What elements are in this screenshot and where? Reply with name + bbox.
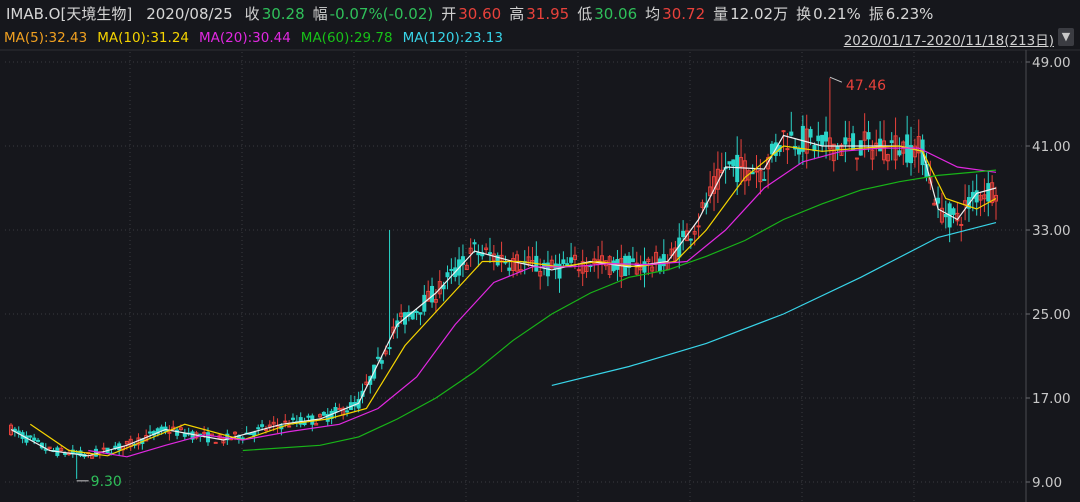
candle-body (337, 407, 342, 410)
candle-body (287, 425, 292, 428)
candle-body (642, 261, 647, 273)
candle-body (986, 183, 991, 202)
candle-body (943, 213, 948, 218)
candle-body (824, 131, 829, 142)
candle-body (785, 148, 790, 151)
candle-body (36, 439, 41, 442)
ma20-line (88, 147, 997, 458)
candle-body (816, 135, 821, 142)
candle-body (569, 257, 574, 263)
candle-body (878, 138, 883, 152)
y-tick-label: 33.00 (1032, 223, 1071, 239)
y-tick-label: 49.00 (1032, 55, 1071, 71)
candle-body (445, 272, 450, 278)
candle-body (731, 159, 736, 167)
candle-body (159, 426, 164, 431)
candle-body (754, 170, 759, 173)
candle-body (93, 448, 98, 457)
candle-body (101, 447, 106, 450)
candle-body (897, 150, 902, 156)
candle-body (260, 424, 265, 427)
candle-body (387, 347, 392, 350)
candle-body (959, 223, 964, 226)
candle-body (820, 134, 825, 146)
candle-body (507, 267, 512, 271)
candle-body (565, 263, 570, 266)
min-price-label: 9.30 (91, 474, 122, 490)
candle-body (32, 437, 37, 441)
candle-body (321, 411, 326, 416)
candle-body (561, 259, 566, 264)
candle-body (263, 428, 268, 431)
candle-body (808, 129, 813, 138)
candlestick-chart: 49.00 41.00 33.00 25.00 17.00 9.00 47.46 9.30 (0, 49, 1080, 502)
candle-body (449, 268, 454, 271)
candle-body (148, 431, 153, 434)
candle-body (290, 417, 295, 420)
candle-body (835, 145, 840, 150)
candle-body (611, 260, 616, 272)
candle-body (936, 197, 941, 204)
candle-body (630, 258, 635, 263)
candle-body (472, 242, 477, 245)
candle-body (696, 225, 701, 228)
candle-body (476, 252, 481, 256)
candle-body (283, 420, 288, 423)
candle-body (306, 415, 311, 418)
candle-body (735, 154, 740, 183)
candle-body (951, 208, 956, 215)
candle-body (418, 312, 423, 315)
candle-body (487, 252, 492, 255)
candle-body (414, 310, 419, 313)
candle-body (28, 435, 33, 438)
ma60-line (242, 169, 997, 452)
y-tick-label: 41.00 (1032, 139, 1071, 155)
candle-body (202, 431, 207, 434)
candle-body (854, 157, 859, 160)
candle-body (430, 285, 435, 303)
candle-body (851, 133, 856, 151)
candle-body (657, 258, 662, 272)
ma10-line (29, 145, 997, 457)
y-tick-label: 17.00 (1032, 391, 1071, 407)
candle-body (345, 410, 350, 413)
candle-body (333, 406, 338, 413)
candle-body (762, 178, 767, 181)
candle-body (789, 131, 794, 136)
candle-body (800, 125, 805, 152)
candle-body (866, 132, 871, 140)
candle-body (889, 140, 894, 144)
candle-body (256, 427, 261, 430)
ma5-line (10, 134, 997, 457)
candle-body (688, 238, 693, 241)
candle-body (240, 437, 245, 440)
candle-body (681, 230, 686, 238)
candle-body (843, 137, 848, 145)
max-price-label: 47.46 (846, 78, 886, 94)
y-tick-label: 25.00 (1032, 307, 1071, 323)
candle-body (379, 360, 384, 364)
max-marker-arrow (829, 76, 843, 83)
candle-body (375, 356, 380, 359)
y-tick-label: 9.00 (1032, 475, 1062, 491)
candle-body (727, 161, 732, 165)
candle-body (769, 143, 774, 155)
candle-body (63, 452, 68, 455)
candle-body (248, 433, 253, 436)
ma120-line (551, 222, 997, 386)
stock-chart-window: IMAB.O[天境生物] 2020/08/25 收 30.28 幅 -0.07%… (0, 0, 1080, 502)
candle-body (182, 433, 187, 437)
candle-body (797, 148, 801, 155)
candle-body (576, 269, 581, 272)
candle-body (213, 441, 218, 444)
